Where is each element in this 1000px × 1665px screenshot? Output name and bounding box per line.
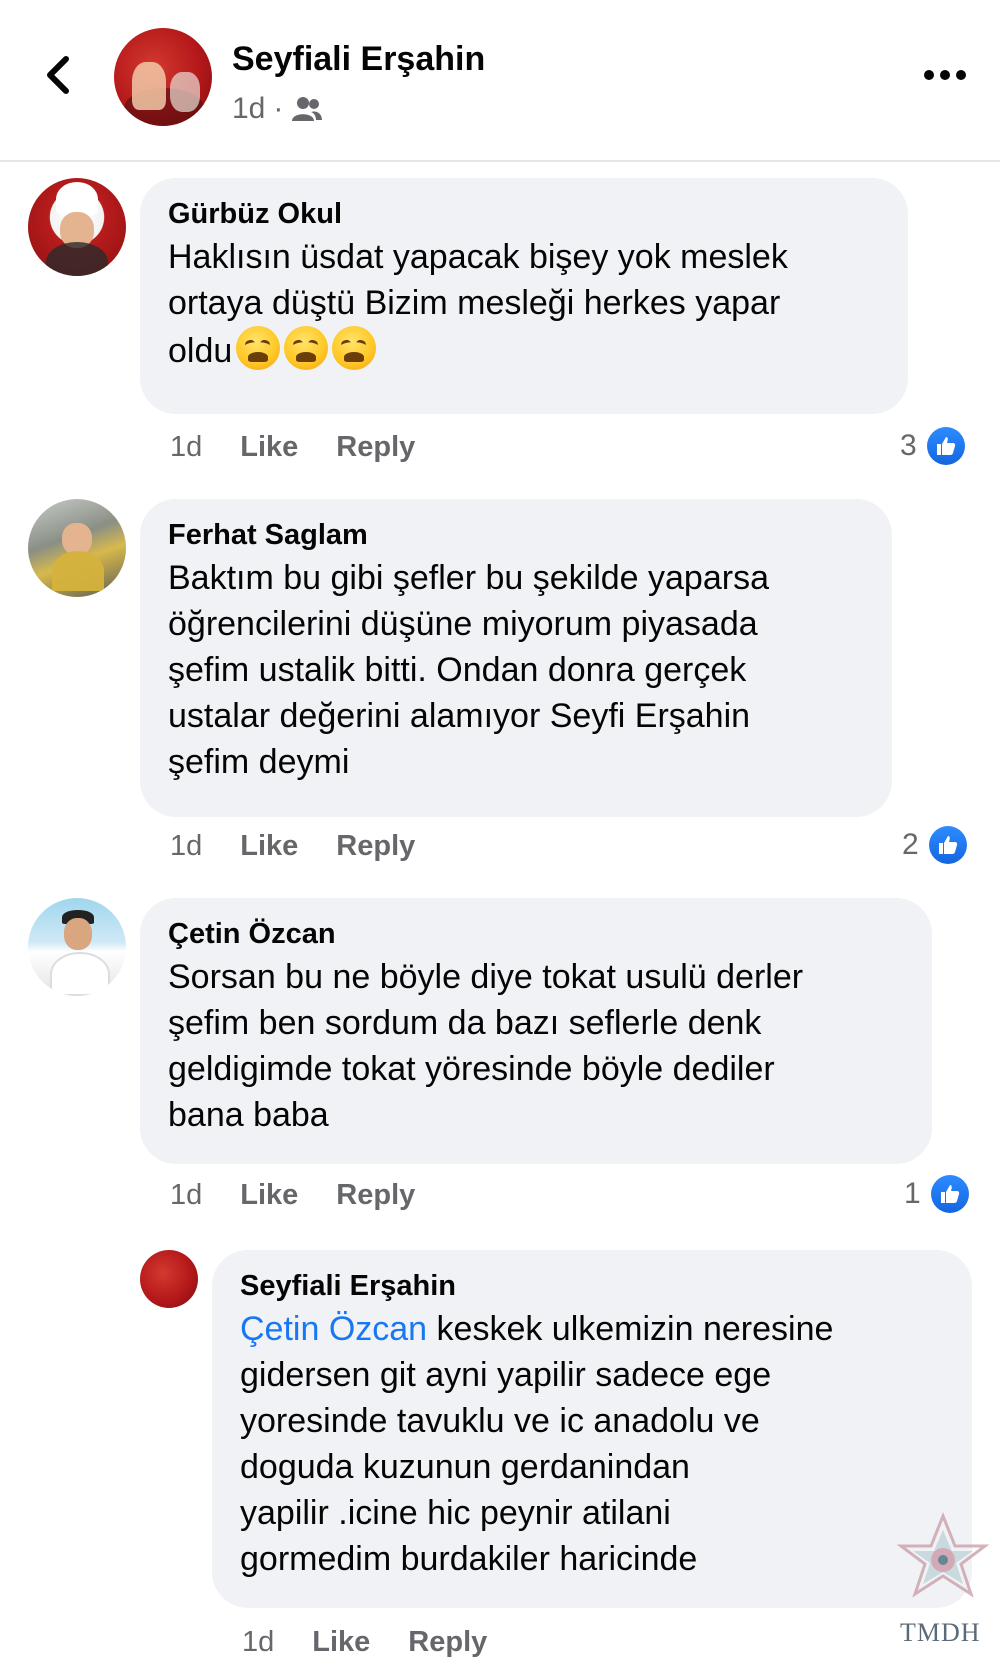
reaction-count: 3 <box>900 429 917 462</box>
reply-button[interactable]: Reply <box>336 830 415 863</box>
back-button[interactable] <box>38 50 78 100</box>
author-name[interactable]: Seyfiali Erşahin <box>232 40 485 79</box>
reply-bubble: Seyfiali Erşahin Çetin Özcan keskek ulke… <box>212 1250 972 1608</box>
friends-icon <box>292 97 323 121</box>
post-time[interactable]: 1d <box>232 92 265 126</box>
mention-link[interactable]: Çetin Özcan <box>240 1310 427 1348</box>
comment-bubble: Gürbüz Okul Haklısın üsdat yapacak bişey… <box>140 178 908 414</box>
like-button[interactable]: Like <box>240 431 298 464</box>
comment-author[interactable]: Ferhat Saglam <box>168 515 864 555</box>
comment-bubble: Çetin Özcan Sorsan bu ne böyle diye toka… <box>140 898 932 1164</box>
like-reaction-icon <box>926 427 965 465</box>
reaction-count: 2 <box>902 828 919 861</box>
comment-author[interactable]: Çetin Özcan <box>168 914 904 954</box>
comment-actions: 1d Like Reply <box>170 427 453 467</box>
comment-text: Baktım bu gibi şefler bu şekilde yaparsa… <box>168 559 769 781</box>
weary-face-emoji <box>332 326 377 370</box>
comment-time[interactable]: 1d <box>170 431 202 464</box>
reply-text: Çetin Özcan keskek ulkemizin neresine gi… <box>240 1310 834 1578</box>
reaction-summary[interactable]: 3 <box>900 426 965 466</box>
reply-button[interactable]: Reply <box>336 431 415 464</box>
reaction-summary[interactable]: 2 <box>902 825 967 865</box>
more-options-button[interactable] <box>915 60 975 90</box>
like-reaction-icon <box>930 1175 969 1213</box>
like-button[interactable]: Like <box>240 1179 298 1212</box>
comment-time[interactable]: 1d <box>170 1179 202 1212</box>
reply-actions: 1d Like Reply <box>242 1622 525 1662</box>
reply-author[interactable]: Seyfiali Erşahin <box>240 1266 944 1306</box>
reply-time[interactable]: 1d <box>242 1626 274 1659</box>
post-header: Seyfiali Erşahin 1d · <box>0 0 1000 162</box>
reply-button[interactable]: Reply <box>408 1626 487 1659</box>
weary-face-emoji <box>284 326 329 370</box>
commenter-avatar[interactable] <box>28 499 126 597</box>
comment-bubble: Ferhat Saglam Baktım bu gibi şefler bu ş… <box>140 499 892 817</box>
comment-author[interactable]: Gürbüz Okul <box>168 194 880 234</box>
weary-face-emoji <box>236 326 281 370</box>
like-reaction-icon <box>928 826 967 864</box>
comment-text: Haklısın üsdat yapacak bişey yok meslek … <box>168 238 788 370</box>
comment-actions: 1d Like Reply <box>170 826 453 866</box>
like-button[interactable]: Like <box>240 830 298 863</box>
comment-time[interactable]: 1d <box>170 830 202 863</box>
reaction-count: 1 <box>904 1177 921 1210</box>
like-button[interactable]: Like <box>312 1626 370 1659</box>
chevron-left-icon <box>47 56 69 94</box>
comment-text: Sorsan bu ne böyle diye tokat usulü derl… <box>168 958 804 1134</box>
reply-button[interactable]: Reply <box>336 1179 415 1212</box>
commenter-avatar[interactable] <box>28 898 126 996</box>
reply-author-avatar[interactable] <box>140 1250 198 1308</box>
post-meta: 1d · <box>232 92 323 126</box>
reaction-summary[interactable]: 1 <box>904 1174 969 1214</box>
author-avatar[interactable] <box>114 28 212 126</box>
meta-separator: · <box>273 92 284 125</box>
more-horizontal-icon <box>924 70 966 80</box>
watermark-logo <box>896 1511 990 1598</box>
comment-actions: 1d Like Reply <box>170 1175 453 1215</box>
watermark-text: TMDH <box>900 1618 981 1647</box>
commenter-avatar[interactable] <box>28 178 126 276</box>
